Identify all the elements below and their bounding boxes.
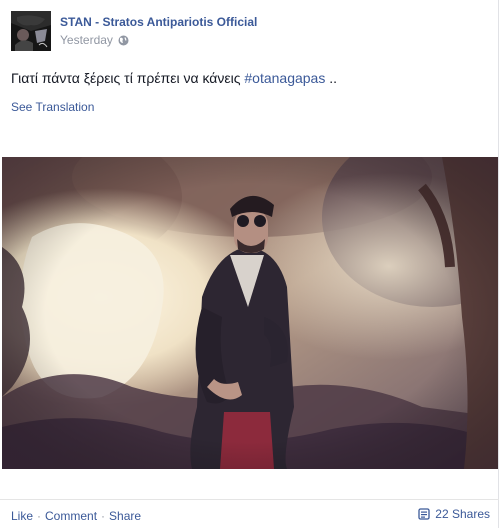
share-link[interactable]: Share [109, 509, 141, 523]
separator: · [101, 509, 106, 523]
post-text-main: Γιατί πάντα ξέρεις τί πρέπει να κάνεις [11, 70, 245, 86]
shares-label: 22 Shares [435, 507, 490, 521]
comment-link[interactable]: Comment [45, 509, 97, 523]
author-name[interactable]: STAN - Stratos Antipariotis Official [60, 15, 257, 29]
shares-count[interactable]: 22 Shares [418, 507, 490, 521]
post-header: STAN - Stratos Antipariotis Official Yes… [0, 0, 499, 56]
footer-divider [0, 499, 499, 500]
hashtag-link[interactable]: #otanagapas [244, 70, 325, 86]
globe-icon[interactable] [118, 35, 129, 46]
post-photo[interactable] [2, 157, 498, 469]
share-icon [418, 508, 430, 520]
post-text: Γιατί πάντα ξέρεις τί πρέπει να κάνεις #… [11, 70, 337, 86]
post-meta: Yesterday [60, 33, 129, 47]
avatar[interactable] [11, 11, 51, 51]
see-translation-link[interactable]: See Translation [11, 100, 94, 114]
post-actions: Like · Comment · Share [11, 509, 141, 523]
post-text-tail: .. [325, 70, 338, 86]
separator: · [37, 509, 42, 523]
like-link[interactable]: Like [11, 509, 33, 523]
post-card: STAN - Stratos Antipariotis Official Yes… [0, 0, 499, 528]
post-timestamp[interactable]: Yesterday [60, 33, 113, 47]
